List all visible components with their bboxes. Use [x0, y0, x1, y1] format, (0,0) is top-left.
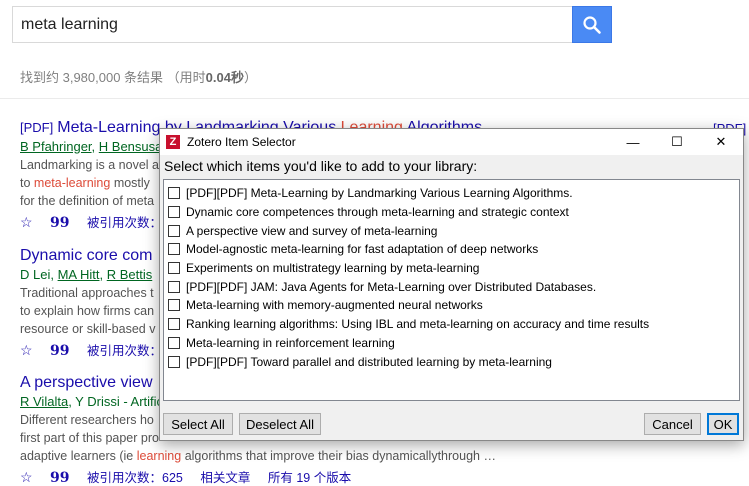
maximize-icon: ☐: [671, 134, 683, 149]
list-item[interactable]: [PDF][PDF] Toward parallel and distribut…: [164, 352, 739, 371]
author-link[interactable]: MA Hitt: [58, 267, 100, 282]
item-checkbox[interactable]: [168, 280, 180, 293]
search-input[interactable]: [12, 6, 573, 43]
item-label: Model-agnostic meta-learning for fast ad…: [186, 242, 539, 257]
save-star-icon[interactable]: ☆: [20, 214, 33, 230]
list-item[interactable]: Model-agnostic meta-learning for fast ad…: [164, 240, 739, 259]
zotero-logo-icon: Z: [166, 135, 180, 149]
list-item[interactable]: Dynamic core competences through meta-le…: [164, 203, 739, 222]
item-label: [PDF][PDF] Toward parallel and distribut…: [186, 354, 552, 369]
save-star-icon[interactable]: ☆: [20, 342, 33, 358]
cited-by-link[interactable]: 被引用次数：625: [87, 471, 183, 485]
author-link[interactable]: R Vilalta: [20, 394, 68, 409]
minimize-button[interactable]: —: [611, 129, 655, 155]
item-label: [PDF][PDF] Meta-Learning by Landmarking …: [186, 186, 573, 201]
minimize-icon: —: [626, 134, 640, 150]
item-label: Experiments on multistrategy learning by…: [186, 261, 480, 276]
all-versions-link[interactable]: 所有 19 个版本: [268, 471, 351, 485]
list-item[interactable]: A perspective view and survey of meta-le…: [164, 221, 739, 240]
search-icon: [583, 15, 601, 34]
item-checkbox[interactable]: [168, 206, 180, 219]
divider: [0, 98, 749, 99]
deselect-all-button[interactable]: Deselect All: [239, 413, 321, 435]
item-label: Meta-learning with memory-augmented neur…: [186, 298, 483, 313]
item-label: Meta-learning in reinforcement learning: [186, 335, 395, 350]
cite-quote-icon[interactable]: 99: [50, 470, 69, 486]
close-button[interactable]: ✕: [699, 129, 743, 155]
cited-by-link[interactable]: 被引用次数：: [87, 216, 162, 230]
list-item[interactable]: [PDF][PDF] Meta-Learning by Landmarking …: [164, 184, 739, 203]
cited-by-link[interactable]: 被引用次数：: [87, 344, 162, 358]
item-checkbox[interactable]: [168, 299, 180, 312]
author-link[interactable]: R Bettis: [107, 267, 153, 282]
list-item[interactable]: Meta-learning with memory-augmented neur…: [164, 296, 739, 315]
search-button[interactable]: [572, 6, 612, 43]
cite-quote-icon[interactable]: 99: [50, 343, 69, 359]
item-checkbox[interactable]: [168, 355, 180, 368]
list-item[interactable]: Experiments on multistrategy learning by…: [164, 259, 739, 278]
cancel-button[interactable]: Cancel: [644, 413, 701, 435]
item-label: A perspective view and survey of meta-le…: [186, 223, 438, 238]
item-checkbox[interactable]: [168, 336, 180, 349]
item-checkbox[interactable]: [168, 187, 180, 200]
list-item[interactable]: Ranking learning algorithms: Using IBL a…: [164, 315, 739, 334]
dialog-titlebar[interactable]: Z Zotero Item Selector — ☐ ✕: [160, 129, 743, 155]
item-label: Dynamic core competences through meta-le…: [186, 205, 569, 220]
result-actions: ☆ 99 被引用次数：625 相关文章 所有 19 个版本: [20, 467, 740, 486]
dialog-prompt: Select which items you'd like to add to …: [164, 158, 478, 174]
select-all-button[interactable]: Select All: [163, 413, 233, 435]
author-link[interactable]: B Pfahringer: [20, 139, 92, 154]
cite-quote-icon[interactable]: 99: [50, 215, 69, 231]
related-articles-link[interactable]: 相关文章: [200, 471, 250, 485]
item-checkbox[interactable]: [168, 243, 180, 256]
item-label: [PDF][PDF] JAM: Java Agents for Meta-Lea…: [186, 279, 597, 294]
list-item[interactable]: [PDF][PDF] JAM: Java Agents for Meta-Lea…: [164, 277, 739, 296]
list-item[interactable]: Meta-learning in reinforcement learning: [164, 334, 739, 353]
search-bar: [12, 6, 612, 43]
maximize-button[interactable]: ☐: [655, 129, 699, 155]
item-checkbox[interactable]: [168, 262, 180, 275]
ok-button[interactable]: OK: [707, 413, 739, 435]
item-list[interactable]: [PDF][PDF] Meta-Learning by Landmarking …: [163, 179, 740, 401]
item-checkbox[interactable]: [168, 318, 180, 331]
close-icon: ✕: [715, 134, 727, 149]
item-label: Ranking learning algorithms: Using IBL a…: [186, 317, 650, 332]
save-star-icon[interactable]: ☆: [20, 469, 33, 485]
zotero-item-selector-dialog: Z Zotero Item Selector — ☐ ✕ Select whic…: [159, 128, 744, 441]
item-checkbox[interactable]: [168, 224, 180, 237]
result-stats: 找到约 3,980,000 条结果 （用时0.04秒）: [20, 70, 257, 85]
dialog-title: Zotero Item Selector: [187, 135, 296, 149]
